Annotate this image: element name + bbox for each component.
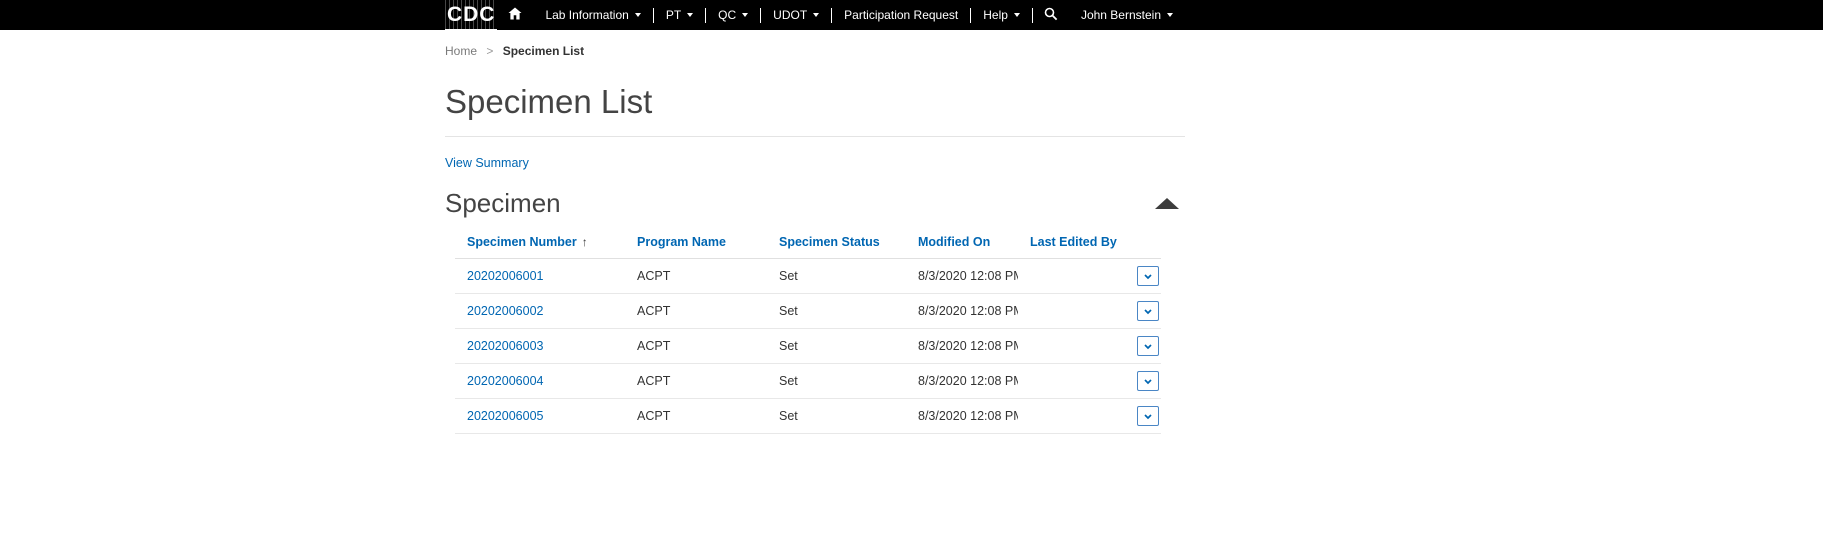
specimen-status-cell: Set xyxy=(767,329,906,364)
last-edited-by-cell xyxy=(1018,294,1121,329)
specimen-number-cell: 20202006003 xyxy=(455,329,625,364)
specimen-number-cell: 20202006002 xyxy=(455,294,625,329)
nav-item-udot[interactable]: UDOT xyxy=(761,0,831,30)
row-actions-dropdown-button[interactable] xyxy=(1137,336,1159,356)
top-navbar: CDC Lab Information PT QC xyxy=(0,0,1823,30)
column-header-specimen-status[interactable]: Specimen Status xyxy=(767,227,906,259)
program-name-cell: ACPT xyxy=(625,399,767,434)
search-icon xyxy=(1044,7,1058,24)
nav-item-pt[interactable]: PT xyxy=(654,0,705,30)
search-nav-button[interactable] xyxy=(1033,0,1069,30)
user-menu[interactable]: John Bernstein xyxy=(1069,0,1185,30)
row-actions-dropdown-button[interactable] xyxy=(1137,406,1159,426)
specimen-number-link[interactable]: 20202006002 xyxy=(467,304,543,318)
specimen-table-body: 20202006001 ACPT Set 8/3/2020 12:08 PM 2… xyxy=(455,259,1161,434)
nav-item-qc[interactable]: QC xyxy=(706,0,760,30)
column-header-last-edited-by[interactable]: Last Edited By xyxy=(1018,227,1121,259)
chevron-down-icon xyxy=(1143,269,1153,284)
modified-on-cell: 8/3/2020 12:08 PM xyxy=(906,294,1018,329)
table-row: 20202006004 ACPT Set 8/3/2020 12:08 PM xyxy=(455,364,1161,399)
collapse-section-arrow-icon[interactable] xyxy=(1155,198,1179,209)
specimen-status-cell: Set xyxy=(767,294,906,329)
breadcrumb: Home > Specimen List xyxy=(445,30,1185,62)
specimen-table-wrap: Specimen Number↑ Program Name Specimen S… xyxy=(455,227,1161,434)
last-edited-by-cell xyxy=(1018,329,1121,364)
specimen-status-cell: Set xyxy=(767,259,906,294)
row-actions-cell xyxy=(1121,329,1161,364)
modified-on-cell: 8/3/2020 12:08 PM xyxy=(906,364,1018,399)
program-name-cell: ACPT xyxy=(625,364,767,399)
nav-item-help[interactable]: Help xyxy=(971,0,1032,30)
table-row: 20202006005 ACPT Set 8/3/2020 12:08 PM xyxy=(455,399,1161,434)
cdc-logo[interactable]: CDC xyxy=(445,0,497,30)
specimen-number-cell: 20202006001 xyxy=(455,259,625,294)
specimen-section-title: Specimen xyxy=(445,188,561,219)
home-nav-button[interactable] xyxy=(497,0,533,30)
chevron-down-icon xyxy=(687,13,693,17)
chevron-down-icon xyxy=(1143,374,1153,389)
view-summary-link[interactable]: View Summary xyxy=(445,156,529,170)
nav-item-label: Help xyxy=(983,8,1008,22)
row-actions-cell xyxy=(1121,399,1161,434)
chevron-down-icon xyxy=(1167,13,1173,17)
specimen-section-header: Specimen xyxy=(445,188,1185,219)
column-header-actions xyxy=(1121,227,1161,259)
row-actions-cell xyxy=(1121,259,1161,294)
row-actions-dropdown-button[interactable] xyxy=(1137,266,1159,286)
chevron-down-icon xyxy=(1143,409,1153,424)
breadcrumb-separator: > xyxy=(486,44,493,58)
nav-item-lab-information[interactable]: Lab Information xyxy=(533,0,652,30)
modified-on-cell: 8/3/2020 12:08 PM xyxy=(906,329,1018,364)
last-edited-by-cell xyxy=(1018,364,1121,399)
specimen-number-cell: 20202006004 xyxy=(455,364,625,399)
specimen-number-link[interactable]: 20202006005 xyxy=(467,409,543,423)
chevron-down-icon xyxy=(635,13,641,17)
chevron-down-icon xyxy=(1143,339,1153,354)
row-actions-dropdown-button[interactable] xyxy=(1137,371,1159,391)
last-edited-by-cell xyxy=(1018,259,1121,294)
last-edited-by-cell xyxy=(1018,399,1121,434)
specimen-status-cell: Set xyxy=(767,364,906,399)
nav-item-label: Participation Request xyxy=(844,8,958,22)
row-actions-cell xyxy=(1121,294,1161,329)
modified-on-cell: 8/3/2020 12:08 PM xyxy=(906,259,1018,294)
specimen-number-link[interactable]: 20202006004 xyxy=(467,374,543,388)
nav-item-label: QC xyxy=(718,8,736,22)
user-name-label: John Bernstein xyxy=(1081,8,1161,22)
chevron-down-icon xyxy=(742,13,748,17)
program-name-cell: ACPT xyxy=(625,329,767,364)
page-title: Specimen List xyxy=(445,84,1185,120)
chevron-down-icon xyxy=(813,13,819,17)
column-header-specimen-number[interactable]: Specimen Number↑ xyxy=(455,227,625,259)
table-row: 20202006002 ACPT Set 8/3/2020 12:08 PM xyxy=(455,294,1161,329)
nav-item-label: UDOT xyxy=(773,8,807,22)
home-icon xyxy=(508,7,522,23)
nav-menu: Lab Information PT QC UDOT Participation… xyxy=(497,0,1185,30)
table-header-row: Specimen Number↑ Program Name Specimen S… xyxy=(455,227,1161,259)
column-header-program-name[interactable]: Program Name xyxy=(625,227,767,259)
sort-ascending-icon: ↑ xyxy=(582,235,588,249)
column-header-modified-on[interactable]: Modified On xyxy=(906,227,1018,259)
row-actions-cell xyxy=(1121,364,1161,399)
chevron-down-icon xyxy=(1014,13,1020,17)
chevron-down-icon xyxy=(1143,304,1153,319)
specimen-number-link[interactable]: 20202006001 xyxy=(467,269,543,283)
table-row: 20202006003 ACPT Set 8/3/2020 12:08 PM xyxy=(455,329,1161,364)
table-row: 20202006001 ACPT Set 8/3/2020 12:08 PM xyxy=(455,259,1161,294)
specimen-number-link[interactable]: 20202006003 xyxy=(467,339,543,353)
program-name-cell: ACPT xyxy=(625,294,767,329)
specimen-table: Specimen Number↑ Program Name Specimen S… xyxy=(455,227,1161,434)
nav-item-label: Lab Information xyxy=(545,8,628,22)
breadcrumb-home-link[interactable]: Home xyxy=(445,44,477,58)
specimen-number-cell: 20202006005 xyxy=(455,399,625,434)
breadcrumb-current: Specimen List xyxy=(503,44,584,58)
row-actions-dropdown-button[interactable] xyxy=(1137,301,1159,321)
page-header: Specimen List xyxy=(445,84,1185,137)
specimen-status-cell: Set xyxy=(767,399,906,434)
modified-on-cell: 8/3/2020 12:08 PM xyxy=(906,399,1018,434)
program-name-cell: ACPT xyxy=(625,259,767,294)
nav-item-participation-request[interactable]: Participation Request xyxy=(832,0,970,30)
nav-item-label: PT xyxy=(666,8,681,22)
